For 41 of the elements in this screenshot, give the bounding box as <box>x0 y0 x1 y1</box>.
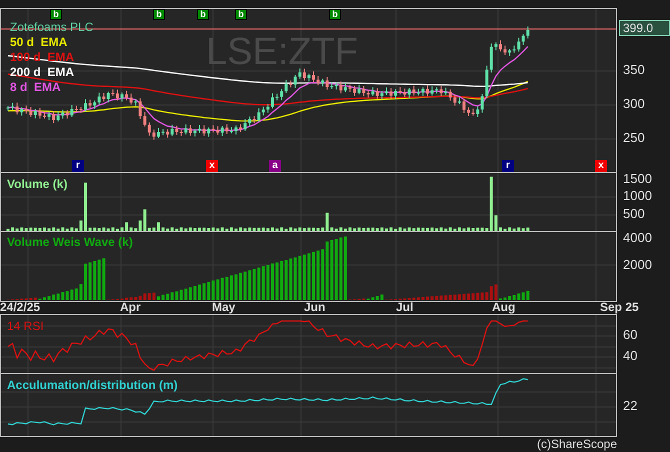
axis-label: Aug <box>492 300 516 314</box>
candlestick <box>120 92 124 102</box>
axis-label: 2000 <box>623 258 652 272</box>
signal-marker: x <box>595 160 607 172</box>
axis-label: 40 <box>623 349 638 363</box>
signal-marker: b <box>329 9 341 20</box>
axis-label: 350 <box>623 63 645 77</box>
axis-label: 22 <box>623 399 638 413</box>
legend-label: 50 d EMA <box>10 35 68 50</box>
copyright-text: (c)ShareScope <box>536 437 617 452</box>
axis-label: 4000 <box>623 231 652 245</box>
last-price-tag: 399.0 <box>619 20 670 36</box>
signal-marker: b <box>235 9 247 20</box>
signal-marker: r <box>502 160 514 172</box>
axis-label: Jun <box>304 300 326 314</box>
legend-label: 200 d EMA <box>10 65 76 80</box>
axis-label: 1000 <box>623 189 652 203</box>
panel-title: 14 RSI <box>7 318 44 335</box>
signal-marker: r <box>72 160 84 172</box>
axis-label: Jul <box>396 300 414 314</box>
signal-marker: b <box>50 9 62 20</box>
signal-marker: b <box>197 9 209 20</box>
candlestick <box>348 84 352 92</box>
axis-label: 250 <box>623 131 645 145</box>
axis-label: 300 <box>623 97 645 111</box>
axis-label: 500 <box>623 207 645 221</box>
axis-label: 24/2/25 <box>0 300 40 314</box>
panel-title: Volume Weis Wave (k) <box>7 234 133 251</box>
legend-label: 8 d EMA <box>10 80 62 95</box>
axis-label: 60 <box>623 328 638 342</box>
axis-label: May <box>212 300 236 314</box>
signal-marker: a <box>269 160 281 172</box>
axis-label: Sep 25 <box>600 300 639 314</box>
panel-title: Acculumation/distribution (m) <box>7 377 178 394</box>
axis-label: Apr <box>120 300 141 314</box>
panel-title: Volume (k) <box>7 176 68 193</box>
candlestick <box>234 124 238 135</box>
axis-label: 1500 <box>623 172 652 186</box>
signal-marker: x <box>206 160 218 172</box>
candlestick <box>462 98 466 114</box>
signal-marker: b <box>153 9 165 20</box>
